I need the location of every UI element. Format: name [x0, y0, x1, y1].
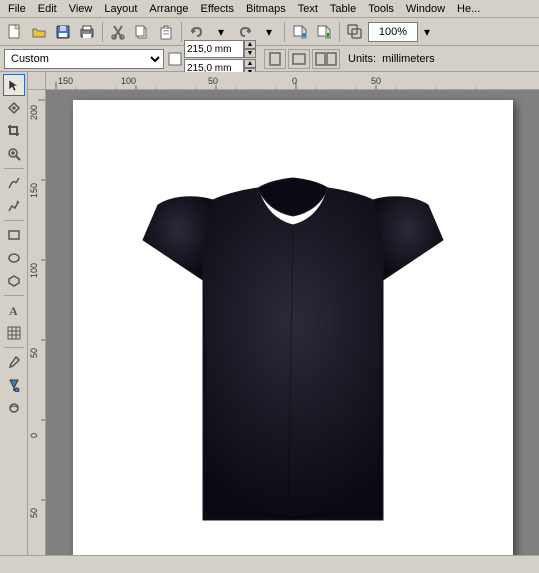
- svg-text:A: A: [9, 304, 18, 317]
- menu-layout[interactable]: Layout: [98, 0, 143, 17]
- menu-text[interactable]: Text: [292, 0, 324, 17]
- select-tool[interactable]: [3, 74, 25, 96]
- svg-text:50: 50: [208, 76, 218, 86]
- svg-text:200: 200: [29, 105, 39, 120]
- page-canvas: [73, 100, 513, 555]
- ruler-vertical: 200 150 100 50 0 50: [28, 90, 46, 555]
- main-area: A 150 100: [0, 72, 539, 555]
- canvas-content: [46, 90, 539, 555]
- crop-tool[interactable]: [3, 120, 25, 142]
- save-button[interactable]: [52, 21, 74, 43]
- export-button[interactable]: [313, 21, 335, 43]
- rectangle-tool[interactable]: [3, 224, 25, 246]
- node-edit-tool[interactable]: [3, 97, 25, 119]
- tshirt-svg: [113, 140, 473, 540]
- zoom-dropdown-btn[interactable]: ▾: [420, 21, 434, 43]
- canvas-area: 150 100 50 0 50: [28, 72, 539, 555]
- new-button[interactable]: [4, 21, 26, 43]
- svg-text:0: 0: [29, 433, 39, 438]
- page-settings-btn[interactable]: [312, 49, 340, 69]
- text-tool[interactable]: A: [3, 299, 25, 321]
- svg-text:50: 50: [371, 76, 381, 86]
- tool-sep-4: [4, 347, 24, 348]
- menu-edit[interactable]: Edit: [32, 0, 63, 17]
- svg-text:150: 150: [58, 76, 73, 86]
- menu-effects[interactable]: Effects: [195, 0, 240, 17]
- svg-text:150: 150: [29, 183, 39, 198]
- ruler-horizontal: 150 100 50 0 50: [46, 72, 539, 90]
- page-preset-dropdown[interactable]: Custom: [4, 49, 164, 69]
- ruler-corner: [28, 72, 46, 90]
- menu-arrange[interactable]: Arrange: [143, 0, 194, 17]
- zoom-tool[interactable]: [3, 143, 25, 165]
- polygon-tool[interactable]: [3, 270, 25, 292]
- cut-button[interactable]: [107, 21, 129, 43]
- width-down[interactable]: ▼: [244, 49, 256, 58]
- main-toolbar: ▾ ▾ 100% ▾: [0, 18, 539, 46]
- view-icons-group: [264, 49, 340, 69]
- menu-table[interactable]: Table: [324, 0, 362, 17]
- page-icon: [168, 52, 182, 66]
- svg-text:50: 50: [29, 508, 39, 518]
- sep-3: [284, 22, 285, 42]
- sep-2: [181, 22, 182, 42]
- ellipse-tool[interactable]: [3, 247, 25, 269]
- menu-bar: File Edit View Layout Arrange Effects Bi…: [0, 0, 539, 18]
- menu-tools[interactable]: Tools: [362, 0, 400, 17]
- fill-tool[interactable]: [3, 374, 25, 396]
- freehand-tool[interactable]: [3, 172, 25, 194]
- interactive-tool[interactable]: [3, 397, 25, 419]
- props-bar: Custom 215,0 mm ▲ ▼ 215,0 mm ▲ ▼: [0, 46, 539, 72]
- units-label: Units:: [348, 53, 376, 65]
- units-value: millimeters: [382, 53, 435, 65]
- svg-text:100: 100: [121, 76, 136, 86]
- table-tool[interactable]: [3, 322, 25, 344]
- svg-text:0: 0: [292, 76, 297, 86]
- width-spinner: ▲ ▼: [244, 40, 256, 58]
- svg-text:100: 100: [29, 263, 39, 278]
- menu-view[interactable]: View: [63, 0, 99, 17]
- menu-help[interactable]: He...: [451, 0, 486, 17]
- width-up[interactable]: ▲: [244, 40, 256, 49]
- zoom-input[interactable]: 100%: [368, 22, 418, 42]
- tool-sep-1: [4, 168, 24, 169]
- zoom-display-btn[interactable]: [344, 21, 366, 43]
- status-bar: [0, 555, 539, 573]
- tool-sep-2: [4, 220, 24, 221]
- width-input[interactable]: 215,0 mm: [184, 40, 244, 58]
- smart-draw-tool[interactable]: [3, 195, 25, 217]
- open-button[interactable]: [28, 21, 50, 43]
- height-up[interactable]: ▲: [244, 59, 256, 68]
- menu-bitmaps[interactable]: Bitmaps: [240, 0, 292, 17]
- copy-button[interactable]: [131, 21, 153, 43]
- redo-dropdown[interactable]: ▾: [258, 21, 280, 43]
- landscape-btn[interactable]: [288, 49, 310, 69]
- menu-file[interactable]: File: [2, 0, 32, 17]
- toolbox: A: [0, 72, 28, 555]
- tool-sep-3: [4, 295, 24, 296]
- svg-text:50: 50: [29, 348, 39, 358]
- sep-4: [339, 22, 340, 42]
- print-button[interactable]: [76, 21, 98, 43]
- import-button[interactable]: [289, 21, 311, 43]
- sep-1: [102, 22, 103, 42]
- portrait-btn[interactable]: [264, 49, 286, 69]
- menu-window[interactable]: Window: [400, 0, 451, 17]
- eyedropper-tool[interactable]: [3, 351, 25, 373]
